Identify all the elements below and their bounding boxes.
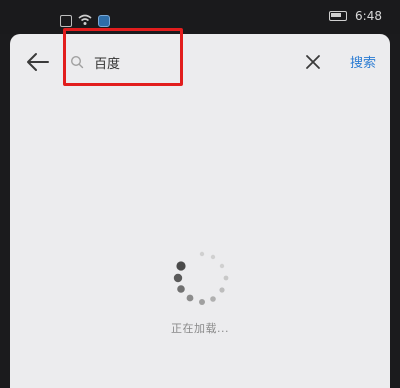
battery-icon bbox=[329, 11, 348, 21]
search-query-text[interactable]: 百度 bbox=[94, 53, 120, 72]
arrow-left-icon bbox=[27, 53, 49, 71]
search-header: 百度 搜索 bbox=[10, 28, 390, 90]
clear-button[interactable] bbox=[302, 51, 324, 73]
close-icon bbox=[306, 55, 320, 69]
search-button[interactable]: 搜索 bbox=[350, 52, 376, 71]
loading-spinner-icon bbox=[173, 251, 229, 305]
status-time: 6:48 bbox=[355, 9, 382, 23]
wifi-icon bbox=[78, 11, 92, 30]
search-page: 百度 搜索 正在加载... bbox=[10, 28, 390, 388]
back-button[interactable] bbox=[24, 48, 52, 76]
loading-text: 正在加载... bbox=[171, 322, 229, 335]
search-icon bbox=[70, 55, 84, 69]
search-input[interactable]: 百度 bbox=[68, 48, 338, 76]
sim-icon bbox=[60, 14, 72, 27]
app-icon bbox=[98, 14, 110, 27]
status-icons-left bbox=[60, 11, 110, 30]
status-bar: 6:48 bbox=[0, 0, 400, 34]
status-icons-right: 6:48 bbox=[329, 9, 382, 23]
